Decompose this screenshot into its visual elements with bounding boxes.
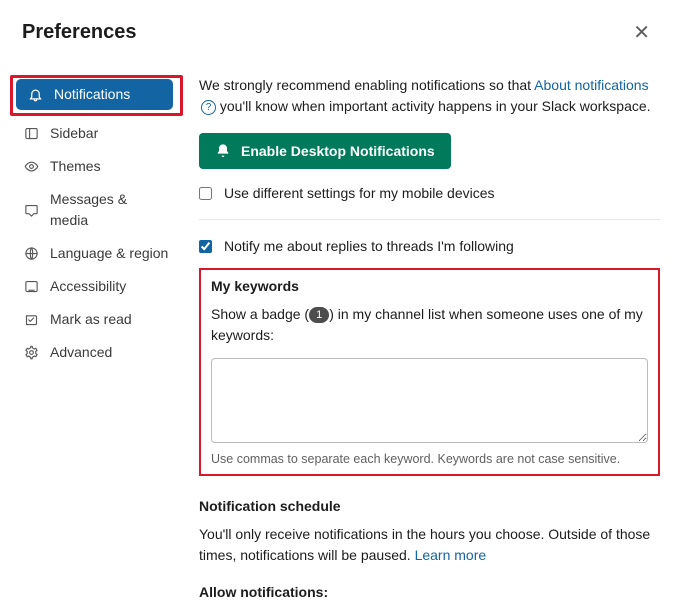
recommend-post: you'll know when important activity happ… (220, 98, 651, 114)
message-icon (22, 201, 40, 219)
sidebar-item-themes[interactable]: Themes (12, 151, 179, 182)
sidebar-item-notifications-highlight: Notifications (10, 75, 183, 116)
my-keywords-section: My keywords Show a badge (1) in my chann… (199, 268, 660, 476)
accessibility-icon (22, 278, 40, 296)
sidebar-item-messages-media[interactable]: Messages & media (12, 184, 179, 236)
schedule-title: Notification schedule (199, 498, 660, 514)
sidebar-item-sidebar[interactable]: Sidebar (12, 118, 179, 149)
enable-desktop-notifications-button[interactable]: Enable Desktop Notifications (199, 133, 451, 169)
sidebar-item-label: Messages & media (50, 189, 169, 231)
recommend-pre: We strongly recommend enabling notificat… (199, 77, 534, 93)
sidebar-icon (22, 125, 40, 143)
mobile-settings-checkbox[interactable] (199, 187, 212, 200)
sidebar-item-language-region[interactable]: Language & region (12, 238, 179, 269)
my-keywords-desc: Show a badge (1) in my channel list when… (211, 304, 648, 346)
sidebar: Notifications Sidebar Themes Messages & … (0, 59, 185, 606)
page-title: Preferences (22, 21, 137, 44)
my-keywords-title: My keywords (211, 278, 648, 294)
sidebar-item-advanced[interactable]: Advanced (12, 337, 179, 368)
sidebar-item-label: Language & region (50, 243, 168, 264)
bell-icon (26, 86, 44, 104)
badge-count-icon: 1 (309, 307, 329, 323)
sidebar-item-mark-as-read[interactable]: Mark as read (12, 304, 179, 335)
sidebar-item-label: Accessibility (50, 276, 126, 297)
keywords-input[interactable] (211, 358, 648, 443)
thread-replies-checkbox[interactable] (199, 240, 212, 253)
thread-replies-label: Notify me about replies to threads I'm f… (224, 238, 514, 254)
learn-more-link[interactable]: Learn more (415, 547, 487, 563)
close-icon[interactable]: ✕ (625, 16, 658, 49)
sidebar-item-label: Advanced (50, 342, 112, 363)
sidebar-item-label: Themes (50, 156, 101, 177)
keywords-hint: Use commas to separate each keyword. Key… (211, 452, 648, 466)
help-icon[interactable]: ? (201, 100, 216, 115)
about-notifications-link[interactable]: About notifications (534, 77, 648, 93)
gear-icon (22, 344, 40, 362)
content-area: We strongly recommend enabling notificat… (185, 59, 680, 606)
eye-icon (22, 158, 40, 176)
sidebar-item-accessibility[interactable]: Accessibility (12, 271, 179, 302)
globe-icon (22, 245, 40, 263)
divider (199, 219, 660, 220)
sidebar-item-label: Mark as read (50, 309, 132, 330)
sidebar-item-label: Sidebar (50, 123, 98, 144)
keywords-desc-pre: Show a badge ( (211, 306, 309, 322)
mobile-settings-label: Use different settings for my mobile dev… (224, 185, 495, 201)
allow-notifications-heading: Allow notifications: (199, 584, 660, 600)
button-label: Enable Desktop Notifications (241, 143, 435, 159)
check-badge-icon (22, 311, 40, 329)
schedule-desc: You'll only receive notifications in the… (199, 524, 660, 566)
recommend-text: We strongly recommend enabling notificat… (199, 75, 660, 117)
sidebar-item-notifications[interactable]: Notifications (16, 79, 173, 110)
sidebar-item-label: Notifications (54, 84, 130, 105)
bell-icon (215, 143, 231, 159)
